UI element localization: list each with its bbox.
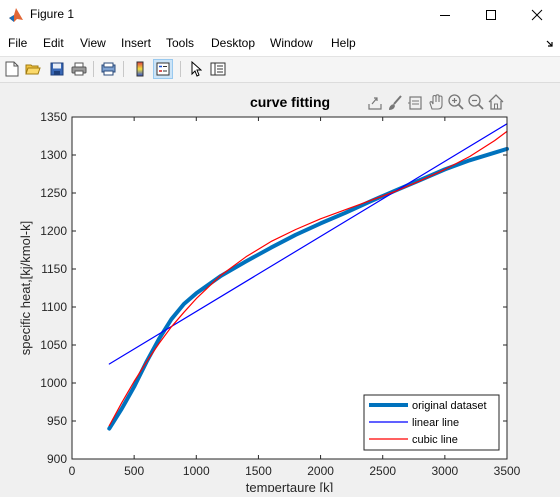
toolbar-separator (123, 61, 124, 77)
property-inspector-icon[interactable] (209, 60, 227, 78)
y-tick-label: 1350 (40, 110, 67, 124)
y-tick-label: 1150 (41, 262, 67, 276)
y-tick-label: 950 (47, 414, 67, 428)
pan-hand-icon[interactable] (429, 94, 443, 110)
insert-legend-icon[interactable] (153, 59, 173, 79)
edit-plot-pointer-icon[interactable] (187, 60, 205, 78)
minimize-button[interactable] (422, 0, 468, 30)
new-figure-icon[interactable] (3, 60, 21, 78)
save-icon[interactable] (48, 60, 66, 78)
menu-desktop[interactable]: Desktop (211, 36, 255, 50)
maximize-button[interactable] (468, 0, 514, 30)
window-titlebar: Figure 1 (0, 0, 560, 30)
y-tick-label: 1000 (40, 376, 67, 390)
home-icon[interactable] (488, 94, 504, 110)
x-tick-label: 1500 (245, 464, 272, 478)
figure-toolbar (0, 57, 560, 83)
x-tick-label: 3500 (494, 464, 521, 478)
x-axis-label: tempertaure [k] (246, 480, 333, 492)
line-chart: 0 500 1000 1500 2000 2500 3000 3500 900 950 1000 10… (18, 94, 521, 495)
menu-insert[interactable]: Insert (121, 36, 151, 50)
y-axis-label: specific heat,[kj/kmol-k] (18, 221, 33, 355)
chart-title: curve fitting (250, 94, 330, 110)
x-tick-label: 500 (124, 464, 144, 478)
datatip-icon[interactable] (408, 96, 422, 110)
brush-icon[interactable] (389, 95, 402, 110)
print-icon[interactable] (70, 60, 88, 78)
axes-toolbar (368, 94, 504, 110)
menu-edit[interactable]: Edit (43, 36, 64, 50)
toolbar-separator (93, 61, 94, 77)
close-button[interactable] (514, 0, 560, 30)
matlab-icon (8, 7, 24, 23)
legend-label-original-dataset: original dataset (412, 400, 487, 412)
y-tick-label: 1300 (40, 148, 67, 162)
y-tick-label: 1250 (40, 186, 67, 200)
zoom-in-icon[interactable] (448, 94, 464, 110)
y-tick-label: 1050 (40, 338, 67, 352)
y-tick-label: 1100 (41, 300, 67, 314)
legend-label-cubic-line: cubic line (412, 434, 458, 446)
x-tick-label: 0 (69, 464, 76, 478)
minimize-icon (440, 15, 450, 16)
menu-tools[interactable]: Tools (166, 36, 194, 50)
open-file-icon[interactable] (24, 60, 42, 78)
legend[interactable]: original dataset linear line cubic line (363, 394, 500, 451)
x-tick-label: 1000 (183, 464, 210, 478)
print-preview-icon[interactable] (100, 60, 118, 78)
zoom-out-icon[interactable] (468, 94, 484, 110)
toolbar-separator (180, 61, 181, 77)
menu-file[interactable]: File (8, 36, 27, 50)
menu-window[interactable]: Window (270, 36, 313, 50)
menu-bar: File Edit View Insert Tools Desktop Wind… (0, 30, 560, 57)
export-icon[interactable] (368, 97, 382, 110)
maximize-icon (486, 10, 496, 20)
window-title: Figure 1 (30, 7, 75, 21)
x-tick-label: 2000 (307, 464, 334, 478)
x-tick-label: 2500 (369, 464, 396, 478)
legend-label-linear-line: linear line (412, 417, 459, 429)
menu-help[interactable]: Help (331, 36, 356, 50)
y-tick-label: 900 (47, 452, 67, 466)
y-tick-label: 1200 (40, 224, 67, 238)
figure-canvas: 0 500 1000 1500 2000 2500 3000 3500 900 950 1000 10… (0, 83, 560, 495)
dock-arrow-icon[interactable] (546, 40, 554, 48)
close-icon (531, 9, 543, 21)
insert-colorbar-icon[interactable] (131, 60, 149, 78)
x-tick-label: 3000 (432, 464, 459, 478)
menu-view[interactable]: View (80, 36, 106, 50)
